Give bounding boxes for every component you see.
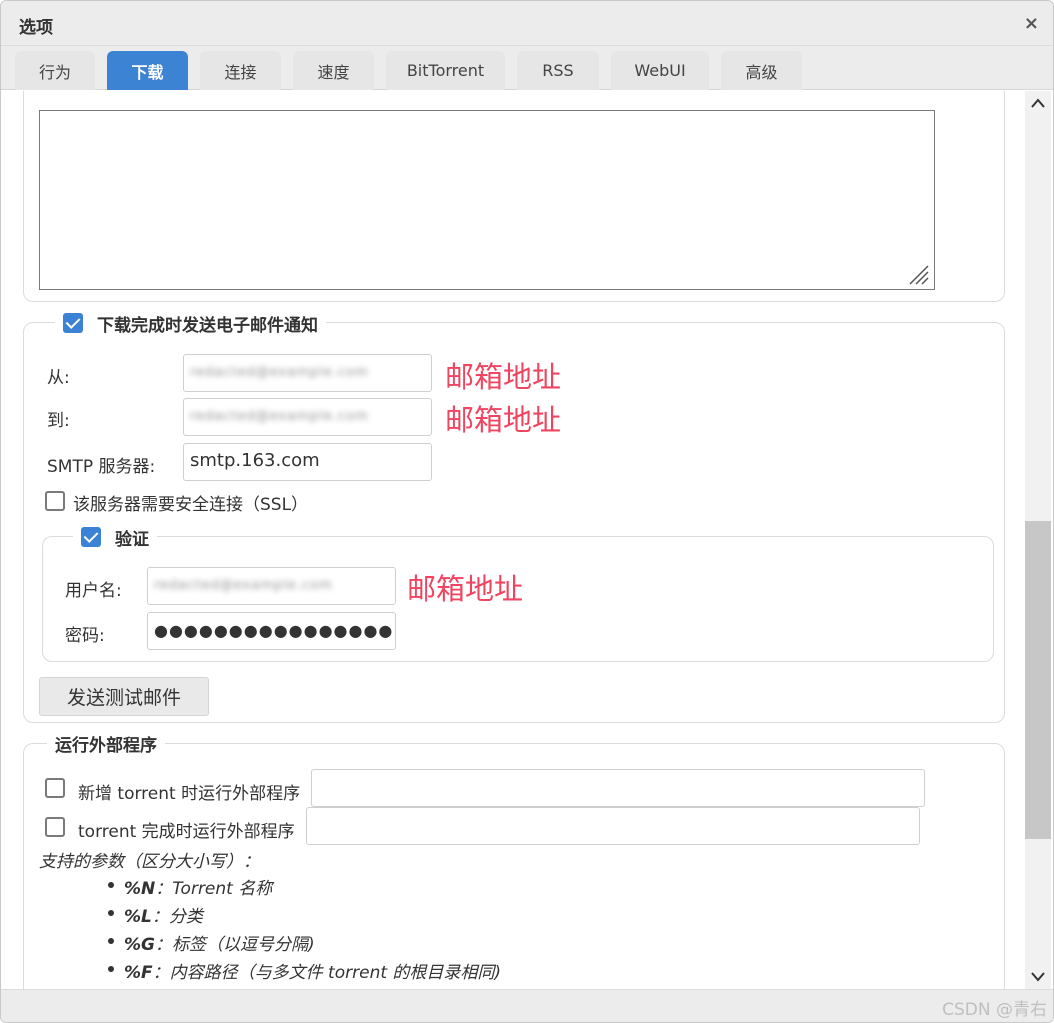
send-test-email-button[interactable]: 发送测试邮件 [39, 677, 209, 716]
auth-legend: 验证 [73, 525, 157, 550]
watermark: CSDN @青右 [942, 1000, 1047, 1020]
to-field[interactable]: redacted@example.com [183, 398, 432, 436]
annotation-email-user: 邮箱地址 [407, 572, 524, 606]
to-label: 到: [47, 411, 70, 431]
auth-enable-checkbox[interactable] [81, 527, 101, 547]
password-label: 密码: [65, 626, 105, 646]
command-textarea[interactable] [39, 110, 935, 290]
close-icon[interactable]: × [1024, 13, 1039, 34]
on-finish-command-field[interactable] [306, 807, 920, 845]
password-field[interactable]: ●●●●●●●●●●●●●●●● [147, 612, 396, 650]
param-item: %N：Torrent 名称 [108, 874, 272, 899]
ssl-checkbox[interactable] [45, 491, 65, 511]
options-dialog: 选项 × 行为 下载 连接 速度 BitTorrent RSS WebUI 高级… [0, 0, 1054, 1023]
external-section-label: 运行外部程序 [55, 735, 157, 756]
param-item: %G：标签（以逗号分隔) [108, 930, 315, 955]
on-add-command-field[interactable] [311, 769, 925, 807]
on-add-label: 新增 torrent 时运行外部程序 [78, 784, 301, 804]
email-section-label: 下载完成时发送电子邮件通知 [97, 315, 318, 336]
tab-connection[interactable]: 连接 [200, 51, 281, 90]
on-add-checkbox[interactable] [45, 778, 65, 798]
param-item: %L：分类 [108, 902, 203, 927]
tab-rss[interactable]: RSS [517, 51, 599, 90]
param-item: %F：内容路径（与多文件 torrent 的根目录相同) [108, 958, 501, 983]
auth-label: 验证 [115, 529, 149, 550]
on-finish-checkbox[interactable] [45, 817, 65, 837]
tab-advanced[interactable]: 高级 [721, 51, 802, 90]
annotation-email-from: 邮箱地址 [445, 360, 562, 394]
tab-downloads[interactable]: 下载 [107, 51, 188, 90]
from-field[interactable]: redacted@example.com [183, 354, 432, 392]
email-legend: 下载完成时发送电子邮件通知 [55, 311, 326, 336]
email-enable-checkbox[interactable] [63, 313, 83, 333]
bottom-bar [1, 989, 1053, 1022]
username-label: 用户名: [65, 581, 122, 601]
tab-behavior[interactable]: 行为 [15, 51, 95, 90]
from-label: 从: [47, 368, 70, 388]
title-bar: 选项 × [1, 1, 1053, 46]
external-legend: 运行外部程序 [47, 731, 165, 756]
tab-bittorrent[interactable]: BitTorrent [386, 51, 505, 90]
tab-speed[interactable]: 速度 [293, 51, 374, 90]
resize-grip-icon[interactable] [908, 264, 930, 286]
smtp-field[interactable]: smtp.163.com [183, 443, 432, 481]
scroll-down-icon[interactable] [1028, 967, 1048, 987]
smtp-label: SMTP 服务器: [47, 457, 156, 477]
tab-webui[interactable]: WebUI [611, 51, 709, 90]
ssl-label: 该服务器需要安全连接（SSL） [73, 495, 309, 515]
options-content: 下载完成时发送电子邮件通知 从: redacted@example.com 邮箱… [1, 91, 1023, 989]
scroll-up-icon[interactable] [1028, 93, 1048, 113]
on-finish-label: torrent 完成时运行外部程序 [78, 822, 295, 842]
vertical-scrollbar[interactable] [1025, 91, 1051, 989]
annotation-email-to: 邮箱地址 [445, 403, 562, 437]
tab-bar: 行为 下载 连接 速度 BitTorrent RSS WebUI 高级 [1, 46, 1053, 90]
scrollbar-thumb[interactable] [1025, 521, 1051, 839]
username-field[interactable]: redacted@example.com [147, 567, 396, 605]
dialog-title: 选项 [19, 18, 53, 38]
params-help-title: 支持的参数（区分大小写）： [39, 852, 260, 872]
